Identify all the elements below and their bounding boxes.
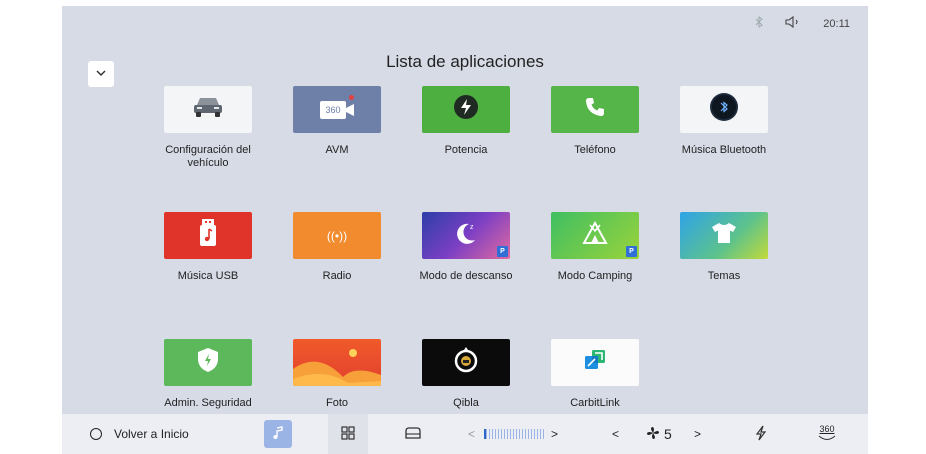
rotate-icon (818, 434, 836, 443)
bluetooth-icon (709, 92, 739, 127)
seat-button[interactable] (404, 414, 422, 454)
bottom-dock: Volver a Inicio < > < 5 > 360 (62, 414, 868, 454)
app-radio[interactable]: ((•)) Radio (282, 212, 392, 283)
app-power[interactable]: Potencia (411, 86, 521, 157)
circle-home-icon (90, 428, 102, 440)
car-icon (191, 95, 225, 124)
app-tile[interactable] (164, 86, 252, 133)
parking-badge: P (626, 246, 637, 257)
clock: 20:11 (823, 17, 850, 30)
app-label: Temas (707, 270, 741, 282)
fan-decrease-button[interactable]: < (612, 414, 619, 454)
app-label: CarbitLink (570, 397, 620, 409)
temp-increase-button[interactable]: > (551, 414, 558, 454)
app-qibla[interactable]: Qibla (411, 339, 521, 410)
app-label: Modo de descanso (419, 270, 513, 282)
app-tile[interactable] (551, 339, 639, 386)
app-label: Admin. Seguridad (164, 397, 252, 409)
grid-icon (341, 425, 355, 443)
app-themes[interactable]: Temas (669, 212, 779, 283)
app-avm[interactable]: 360 AVM (282, 86, 392, 157)
app-security[interactable]: Admin. Seguridad (153, 339, 263, 410)
app-label: Teléfono (574, 144, 616, 156)
camera-360-icon: 360 (320, 100, 354, 119)
app-tile[interactable] (680, 212, 768, 259)
app-photo[interactable]: Foto (282, 339, 392, 410)
app-grid-button[interactable] (328, 414, 368, 454)
chevron-left-icon: < (468, 427, 476, 441)
app-label: Música USB (177, 270, 239, 282)
app-tile[interactable]: z P (422, 212, 510, 259)
app-tile[interactable]: ((•)) (293, 212, 381, 259)
page-title: Lista de aplicaciones (386, 52, 544, 71)
app-label: Música Bluetooth (681, 144, 767, 156)
fan-increase-button[interactable]: > (694, 414, 701, 454)
shield-icon (197, 347, 219, 378)
app-carbitlink[interactable]: CarbitLink (540, 339, 650, 410)
tshirt-icon (711, 222, 737, 249)
app-vehicle-settings[interactable]: Configuración del vehículo (153, 86, 263, 170)
chevron-right-icon: > (694, 427, 702, 441)
app-bluetooth-music[interactable]: Música Bluetooth (669, 86, 779, 157)
app-tile[interactable]: 360 (293, 86, 381, 133)
chevron-right-icon: > (551, 427, 559, 441)
app-tile[interactable] (164, 212, 252, 259)
app-label: Radio (322, 270, 352, 282)
phone-icon (584, 96, 606, 123)
home-button[interactable]: Volver a Inicio (90, 414, 189, 454)
fan-icon (646, 426, 660, 443)
status-bar: 20:11 (755, 15, 850, 31)
app-tile[interactable]: P (551, 212, 639, 259)
seat-icon (404, 426, 422, 443)
app-tile[interactable] (680, 86, 768, 133)
app-tile[interactable] (293, 339, 381, 386)
home-label: Volver a Inicio (114, 427, 189, 441)
music-note-icon (272, 425, 284, 443)
app-label: AVM (325, 144, 349, 156)
volume-icon[interactable] (785, 15, 801, 31)
chevron-left-icon: < (612, 427, 620, 441)
power-shortcut[interactable] (755, 414, 767, 454)
app-label: Potencia (444, 144, 488, 156)
app-tile[interactable] (551, 86, 639, 133)
moon-icon: z (451, 218, 481, 253)
app-label: Qibla (453, 397, 479, 409)
temp-decrease-button[interactable]: < (468, 414, 475, 454)
temperature-slider[interactable] (484, 414, 544, 454)
parking-badge: P (497, 246, 508, 257)
app-tile[interactable] (422, 339, 510, 386)
compass-icon (453, 346, 479, 379)
slider-track (484, 429, 544, 439)
radio-icon: ((•)) (326, 228, 348, 243)
usb-music-icon (197, 218, 219, 253)
carbitlink-icon (583, 348, 607, 377)
app-usb-music[interactable]: Música USB (153, 212, 263, 283)
app-tile[interactable] (422, 86, 510, 133)
app-phone[interactable]: Teléfono (540, 86, 650, 157)
app-rest-mode[interactable]: z P Modo de descanso (411, 212, 521, 283)
app-tile[interactable] (164, 339, 252, 386)
app-camping-mode[interactable]: P Modo Camping (540, 212, 650, 283)
music-shortcut[interactable] (264, 420, 292, 448)
app-label: Modo Camping (557, 270, 633, 282)
bluetooth-icon (755, 16, 764, 31)
avm-label: 360 (819, 424, 835, 434)
photo-icon (293, 339, 381, 386)
avm-shortcut[interactable]: 360 (818, 414, 836, 454)
red-dot (349, 95, 354, 100)
fan-speed: 5 (646, 414, 672, 454)
svg-text:z: z (470, 224, 474, 231)
app-label: Foto (325, 397, 348, 409)
lightning-icon (755, 425, 767, 444)
lightning-icon (453, 94, 479, 125)
app-label: Configuración del vehículo (165, 144, 251, 169)
app-list-screen: 20:11 Lista de aplicaciones Configuració… (62, 6, 868, 454)
tent-icon (582, 220, 608, 250)
fan-speed-value: 5 (664, 426, 672, 442)
